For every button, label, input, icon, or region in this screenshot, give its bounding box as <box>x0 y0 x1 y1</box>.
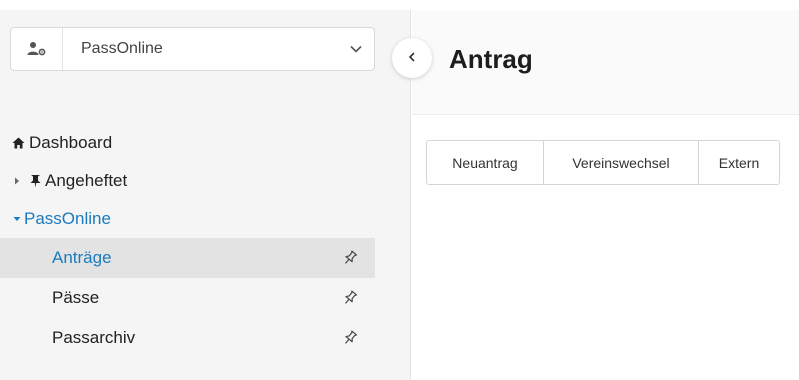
sidebar-item-label: Pässe <box>52 288 100 307</box>
page-title: Antrag <box>449 44 533 74</box>
sidebar-group-passonline[interactable]: PassOnline <box>0 200 411 238</box>
neuantrag-button[interactable]: Neuantrag <box>427 141 544 184</box>
app-selector[interactable]: PassOnline <box>10 27 375 71</box>
collapse-sidebar-button[interactable] <box>392 38 432 78</box>
sidebar-item-dashboard[interactable]: Dashboard <box>0 124 411 162</box>
app-selector-label: PassOnline <box>81 40 163 57</box>
pin-icon <box>30 174 41 188</box>
sidebar-nav: Dashboard Angeheftet PassOnline Anträge … <box>0 124 411 358</box>
sidebar-item-angeheftet[interactable]: Angeheftet <box>0 162 411 200</box>
sidebar-item-antraege[interactable]: Anträge <box>0 238 375 278</box>
pin-outline-icon[interactable] <box>342 290 358 306</box>
sidebar-item-passarchiv[interactable]: Passarchiv <box>0 318 411 358</box>
top-strip <box>0 0 799 10</box>
sidebar-group-label: PassOnline <box>24 209 111 228</box>
caret-right-icon <box>12 177 22 185</box>
sidebar-item-label: Anträge <box>52 248 112 267</box>
pin-outline-icon[interactable] <box>342 330 358 346</box>
chevron-down-icon <box>338 45 374 53</box>
sidebar-item-label: Dashboard <box>29 133 113 152</box>
home-icon <box>12 137 25 149</box>
sidebar-item-label: Angeheftet <box>45 171 128 190</box>
sidebar-item-paesse[interactable]: Pässe <box>0 278 411 318</box>
vereinswechsel-button[interactable]: Vereinswechsel <box>544 141 699 184</box>
sidebar-item-label: Passarchiv <box>52 328 136 347</box>
chevron-left-icon <box>408 49 416 67</box>
user-gear-icon <box>11 28 63 70</box>
action-button-group: Neuantrag Vereinswechsel Extern <box>426 140 780 185</box>
extern-button[interactable]: Extern <box>699 141 779 184</box>
caret-down-icon <box>12 216 22 222</box>
pin-outline-icon[interactable] <box>342 250 358 266</box>
